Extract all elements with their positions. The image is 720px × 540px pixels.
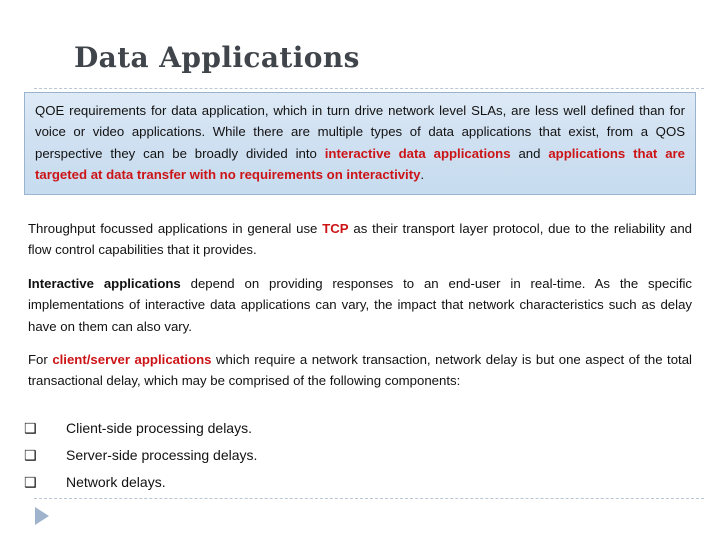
paragraph-client-server: For client/server applications which req…: [28, 349, 692, 392]
callout-paragraph: QOE requirements for data application, w…: [35, 100, 685, 186]
delay-components-list: ❑ Client-side processing delays. ❑ Serve…: [24, 418, 694, 499]
text-run: For: [28, 351, 53, 367]
square-bullet-icon: ❑: [24, 475, 37, 491]
text-run: Throughput focussed applications in gene…: [28, 221, 323, 236]
emphasis-text-run: TCP: [322, 221, 349, 236]
next-slide-triangle-icon[interactable]: [35, 507, 49, 525]
list-item-label: Server-side processing delays.: [66, 447, 258, 463]
emphasis-text-run: Interactive applications: [28, 275, 181, 291]
text-run: and: [510, 145, 549, 161]
square-bullet-icon: ❑: [24, 448, 37, 464]
emphasis-text-run: client/server applications: [52, 351, 212, 367]
emphasis-text-run: interactive data applications: [324, 145, 511, 161]
paragraph-throughput: Throughput focussed applications in gene…: [28, 218, 692, 261]
slide-canvas: Data Applications QOE requirements for d…: [0, 0, 720, 540]
list-item-label: Network delays.: [66, 474, 166, 490]
list-item: ❑ Server-side processing delays.: [24, 445, 694, 467]
list-item: ❑ Client-side processing delays.: [24, 418, 694, 440]
highlight-callout-box: QOE requirements for data application, w…: [24, 92, 696, 195]
body-content: Throughput focussed applications in gene…: [28, 218, 692, 392]
square-bullet-icon: ❑: [24, 421, 37, 437]
text-run: .: [420, 167, 425, 183]
list-item: ❑ Network delays.: [24, 472, 694, 494]
title-divider: [34, 88, 704, 89]
list-item-label: Client-side processing delays.: [66, 420, 252, 436]
paragraph-interactive: Interactive applications depend on provi…: [28, 273, 692, 337]
page-title: Data Applications: [74, 41, 360, 74]
footer-divider: [34, 498, 704, 499]
